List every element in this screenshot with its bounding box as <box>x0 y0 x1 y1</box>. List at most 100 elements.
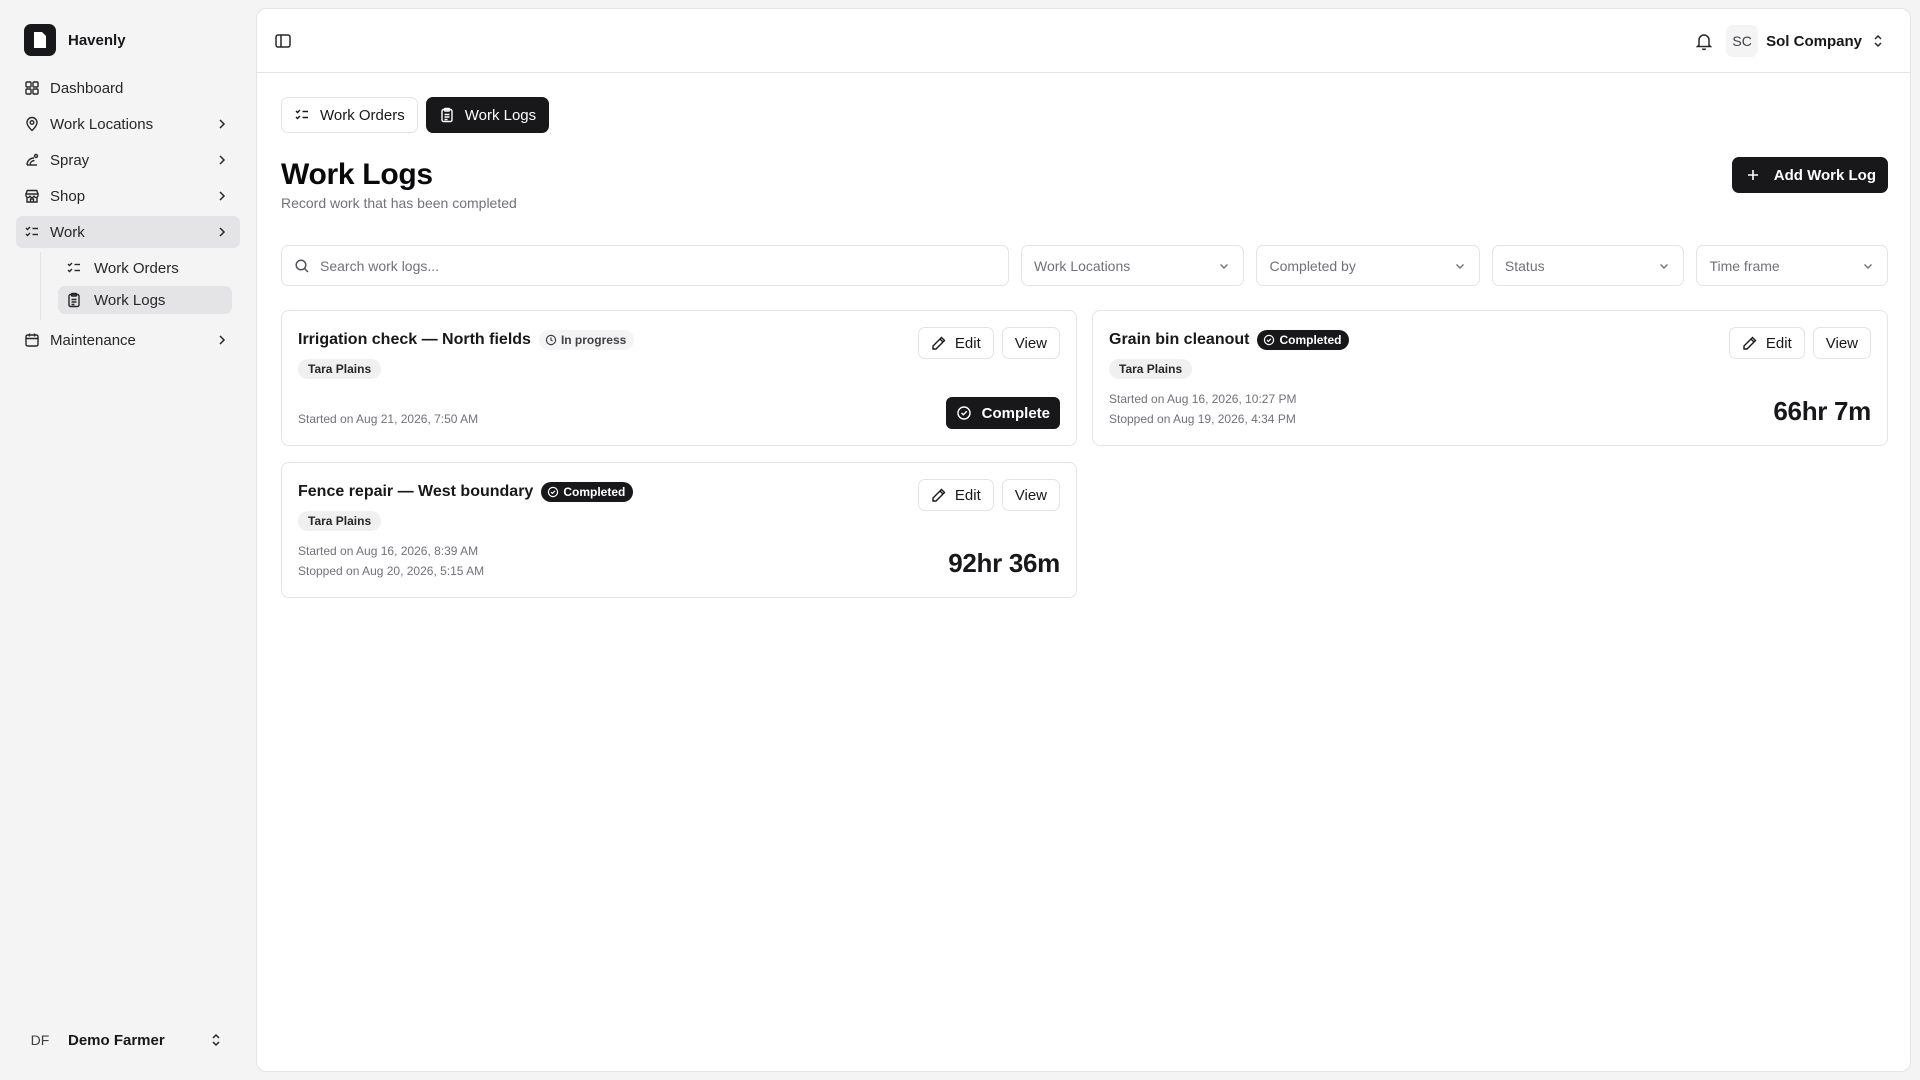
search-box <box>281 245 1010 286</box>
status-label: Completed <box>1279 333 1342 347</box>
view-label: View <box>1825 334 1858 352</box>
dashboard-icon <box>24 80 40 96</box>
started-on: Started on Aug 16, 2026, 8:39 AM <box>298 544 479 558</box>
work-locations-select[interactable]: Work Locations <box>1021 245 1245 286</box>
add-work-log-button[interactable]: Add Work Log <box>1731 157 1888 193</box>
check-circle-icon <box>1263 334 1275 346</box>
complete-label: Complete <box>981 404 1050 422</box>
sidebar-item-work-orders[interactable]: Work Orders <box>58 254 232 282</box>
company-switcher[interactable]: SC Sol Company <box>1726 25 1886 57</box>
location-tag: Tara Plains <box>298 511 382 531</box>
search-icon <box>294 258 310 274</box>
tab-work-orders[interactable]: Work Orders <box>281 97 418 133</box>
sidebar-item-work[interactable]: Work <box>16 216 240 248</box>
sidebar-item-spray[interactable]: Spray <box>16 144 240 176</box>
page-title: Work Logs <box>281 158 433 191</box>
clock-icon <box>545 334 557 346</box>
duration: 92hr 36m <box>948 548 1060 578</box>
view-label: View <box>1014 486 1047 504</box>
tab-label: Work Orders <box>320 106 405 124</box>
sidebar-item-label: Work <box>50 223 85 241</box>
edit-label: Edit <box>954 486 981 504</box>
work-log-card: Fence repair — West boundary Completed T… <box>281 462 1077 598</box>
pencil-icon <box>931 487 947 503</box>
pencil-icon <box>1742 335 1758 351</box>
sidebar-item-label: Work Orders <box>94 259 179 277</box>
location-tag: Tara Plains <box>1109 359 1193 379</box>
spray-icon <box>24 152 40 168</box>
list-checks-icon <box>66 260 82 276</box>
work-log-title: Fence repair — West boundary <box>298 483 534 500</box>
chevron-right-icon <box>214 224 230 240</box>
completed-by-select[interactable]: Completed by <box>1256 245 1480 286</box>
add-work-log-label: Add Work Log <box>1773 166 1876 184</box>
edit-button[interactable]: Edit <box>917 479 994 511</box>
sidebar-item-work-locations[interactable]: Work Locations <box>16 108 240 140</box>
chevron-down-icon <box>1453 259 1467 273</box>
filters-bar: Work Locations Completed by Status Time … <box>281 245 1888 286</box>
brand[interactable]: Havenly <box>24 24 126 56</box>
select-value: Status <box>1504 257 1545 274</box>
calendar-icon <box>24 332 40 348</box>
sidebar-item-label: Shop <box>50 187 86 205</box>
chevron-right-icon <box>214 116 230 132</box>
sidebar-item-label: Maintenance <box>50 331 136 349</box>
company-name: Sol Company <box>1766 32 1862 50</box>
work-log-title: Grain bin cleanout <box>1109 331 1250 348</box>
work-log-title: Irrigation check — North fields <box>298 331 531 348</box>
check-circle-icon <box>956 405 972 421</box>
work-log-card: Irrigation check — North fields In progr… <box>281 310 1077 446</box>
chevron-down-icon <box>1657 259 1671 273</box>
search-input[interactable] <box>320 257 970 274</box>
sidebar-item-label: Work Locations <box>50 115 154 133</box>
status-label: Completed <box>563 485 626 499</box>
user-name: Demo Farmer <box>68 1031 165 1049</box>
user-menu[interactable]: DF Demo Farmer <box>24 1024 232 1056</box>
chevron-right-icon <box>214 152 230 168</box>
content: Work Orders Work Logs Work Logs Record w… <box>281 97 1888 598</box>
status-select[interactable]: Status <box>1491 245 1685 286</box>
card-actions: Edit View <box>917 479 1060 511</box>
sidebar-item-work-logs[interactable]: Work Logs <box>58 286 232 314</box>
select-value: Work Locations <box>1034 257 1131 274</box>
stopped-on: Stopped on Aug 19, 2026, 4:34 PM <box>1109 412 1296 426</box>
sidebar-item-shop[interactable]: Shop <box>16 180 240 212</box>
edit-label: Edit <box>1765 334 1792 352</box>
sidebar-item-dashboard[interactable]: Dashboard <box>16 72 240 104</box>
brand-logo-icon <box>24 24 56 56</box>
complete-button[interactable]: Complete <box>945 397 1060 429</box>
card-actions: Edit View <box>917 327 1060 359</box>
main-panel: SC Sol Company Work Orders Work Logs Wor… <box>256 8 1911 1072</box>
edit-button[interactable]: Edit <box>1728 327 1805 359</box>
sidebar-item-maintenance[interactable]: Maintenance <box>16 324 240 356</box>
location-tag: Tara Plains <box>298 359 382 379</box>
list-checks-icon <box>294 107 310 123</box>
sidebar-item-label: Work Logs <box>94 291 166 309</box>
view-button[interactable]: View <box>1001 479 1060 511</box>
duration: 66hr 7m <box>1773 396 1871 426</box>
view-button[interactable]: View <box>1812 327 1871 359</box>
company-avatar: SC <box>1726 25 1759 57</box>
started-on: Started on Aug 21, 2026, 7:50 AM <box>298 412 479 426</box>
chevron-right-icon <box>214 332 230 348</box>
select-value: Completed by <box>1269 257 1356 274</box>
log-dates: Started on Aug 16, 2026, 10:27 PM Stoppe… <box>1109 389 1296 429</box>
status-badge: Completed <box>1257 330 1350 350</box>
edit-button[interactable]: Edit <box>917 327 994 359</box>
chevron-down-icon <box>1217 259 1231 273</box>
chevrons-up-down-icon <box>1870 33 1886 49</box>
plus-icon <box>1746 168 1760 182</box>
status-badge: Completed <box>541 482 634 502</box>
check-circle-icon <box>547 486 559 498</box>
tab-work-logs[interactable]: Work Logs <box>425 97 550 133</box>
time-frame-select[interactable]: Time frame <box>1696 245 1888 286</box>
card-actions: Edit View <box>1728 327 1871 359</box>
sidebar-nav: Dashboard Work Locations Spray Shop Work… <box>16 72 240 360</box>
view-button[interactable]: View <box>1001 327 1060 359</box>
sidebar-toggle-icon[interactable] <box>273 31 293 51</box>
select-value: Time frame <box>1709 257 1780 274</box>
map-pin-icon <box>24 116 40 132</box>
bell-icon[interactable] <box>1694 31 1714 51</box>
work-subnav: Work Orders Work Logs <box>40 252 240 320</box>
brand-name: Havenly <box>68 31 126 49</box>
